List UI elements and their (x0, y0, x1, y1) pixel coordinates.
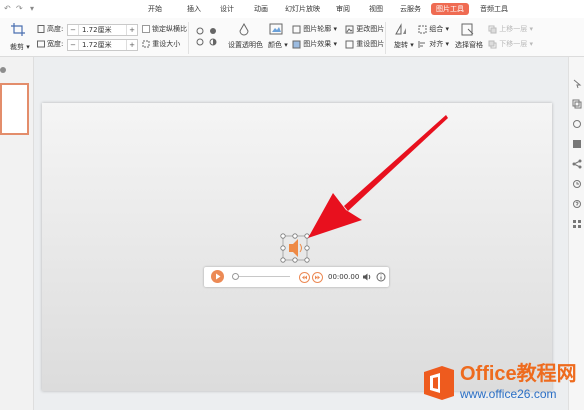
color-icon[interactable] (269, 23, 283, 37)
speaker-icon (289, 239, 298, 257)
picture-effect-button[interactable]: 图片效果 ▾ (292, 39, 337, 49)
send-backward-button[interactable]: 下移一层 ▾ (488, 39, 533, 49)
brightness-contrast-icons[interactable] (195, 26, 221, 48)
reset-picture-icon (345, 40, 354, 48)
width-increase-button[interactable]: + (126, 40, 137, 50)
height-value[interactable]: 1.72厘米 (82, 25, 112, 35)
menu-audio-tools[interactable]: 音频工具 (480, 3, 508, 15)
group-icon (418, 25, 427, 33)
history-icon[interactable] (572, 179, 582, 189)
height-label: 高度: (47, 25, 64, 33)
height-decrease-button[interactable]: − (68, 25, 79, 35)
undo-icon[interactable]: ↶ (4, 4, 11, 13)
ribbon-separator (188, 22, 189, 54)
office-logo-icon (424, 366, 454, 400)
width-stepper[interactable]: − 1.72厘米 + (67, 39, 138, 51)
audio-player-bar: 00:00.00 (204, 267, 389, 287)
menu-animation[interactable]: 动画 (254, 3, 268, 15)
transparent-color-icon[interactable] (238, 23, 250, 37)
menu-cloud[interactable]: 云服务 (400, 3, 421, 15)
align-button[interactable]: 对齐 ▾ (418, 39, 449, 49)
change-picture-icon (345, 25, 354, 33)
reset-size-icon (142, 40, 150, 48)
reset-size-button[interactable]: 重设大小 (142, 39, 180, 49)
seek-handle[interactable] (232, 273, 239, 280)
menu-home[interactable]: 开始 (148, 3, 162, 15)
shape-icon[interactable] (572, 119, 582, 129)
width-icon (37, 40, 45, 48)
audio-time: 00:00.00 (328, 273, 360, 281)
redo-icon[interactable]: ↷ (16, 4, 23, 13)
menu-insert[interactable]: 插入 (187, 3, 201, 15)
rotate-icon[interactable] (394, 23, 408, 36)
menu-review[interactable]: 审阅 (336, 3, 350, 15)
menu-picture-tools[interactable]: 图片工具 (431, 3, 469, 15)
bring-forward-icon (488, 25, 497, 33)
right-tool-panel (568, 57, 584, 410)
outline-icon (292, 25, 301, 33)
slide-thumbnail-1[interactable] (0, 83, 29, 135)
width-decrease-button[interactable]: − (68, 40, 79, 50)
width-value[interactable]: 1.72厘米 (82, 40, 112, 50)
height-increase-button[interactable]: + (126, 25, 137, 35)
height-icon (37, 25, 45, 33)
set-transparent-button[interactable]: 设置透明色 (228, 40, 263, 50)
copy-icon[interactable] (572, 99, 582, 109)
reset-picture-button[interactable]: 重设图片 (345, 39, 384, 49)
picture-outline-button[interactable]: 图片轮廓 ▾ (292, 24, 337, 34)
watermark-url: www.office26.com (460, 387, 557, 401)
group-button[interactable]: 组合 ▾ (418, 24, 449, 34)
watermark: Office教程网 www.office26.com (418, 360, 584, 410)
rotate-button[interactable]: 旋转 ▾ (394, 40, 414, 50)
bring-forward-button[interactable]: 上移一层 ▾ (488, 24, 533, 34)
width-label: 宽度: (47, 40, 64, 48)
menu-design[interactable]: 设计 (220, 3, 234, 15)
play-button[interactable] (211, 270, 224, 283)
lock-ratio-checkbox[interactable]: 锁定纵横比 (142, 24, 187, 34)
rewind-icon (302, 275, 307, 280)
send-backward-icon (488, 40, 497, 48)
play-icon (216, 273, 221, 280)
menu-slideshow[interactable]: 幻灯片放映 (285, 3, 320, 15)
rewind-button[interactable] (299, 272, 310, 283)
panel-toggle-icon[interactable] (0, 67, 6, 73)
checkbox-box[interactable] (142, 25, 150, 33)
color-button[interactable]: 颜色 ▾ (268, 40, 288, 50)
grid-icon[interactable] (572, 219, 582, 229)
volume-icon[interactable] (362, 272, 372, 282)
selection-pane-button[interactable]: 选择窗格 (455, 40, 483, 50)
crop-label[interactable]: 裁剪 ▾ (10, 42, 30, 52)
share-icon[interactable] (572, 159, 582, 169)
cursor-icon[interactable] (572, 79, 582, 89)
menu-view[interactable]: 视图 (369, 3, 383, 15)
help-icon[interactable] (572, 199, 582, 209)
selection-pane-icon[interactable] (461, 23, 475, 37)
seek-track[interactable] (235, 276, 290, 277)
fast-forward-icon (315, 275, 320, 280)
fast-forward-button[interactable] (312, 272, 323, 283)
format-icon[interactable] (572, 139, 582, 149)
change-picture-button[interactable]: 更改图片 (345, 24, 384, 34)
align-icon (418, 40, 425, 48)
menu-bar: ↶ ↷ ▾ 开始 插入 设计 动画 幻灯片放映 审阅 视图 云服务 图片工具 音… (0, 0, 584, 18)
crop-button[interactable] (10, 22, 26, 36)
red-annotation-arrow (308, 115, 448, 238)
crop-icon (11, 23, 25, 36)
slide-thumbnails-panel (0, 57, 34, 410)
effect-icon (292, 40, 301, 48)
info-icon[interactable] (376, 272, 386, 282)
watermark-brand: Office教程网 (460, 363, 577, 385)
quick-access-more-icon[interactable]: ▾ (30, 4, 34, 13)
height-stepper[interactable]: − 1.72厘米 + (67, 24, 138, 36)
ribbon-separator (385, 22, 386, 54)
